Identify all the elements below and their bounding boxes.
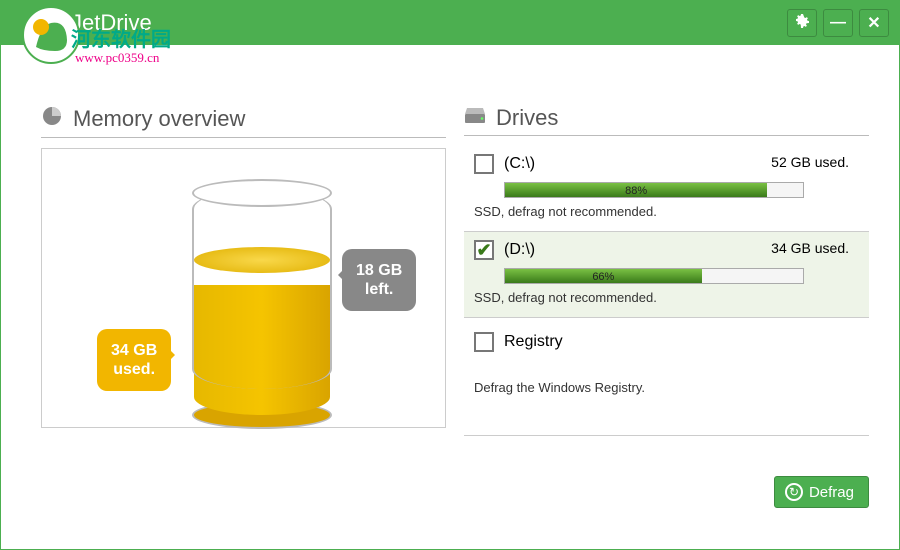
memory-section-title: Memory overview — [73, 106, 245, 132]
drive-row-d[interactable]: ✔ (D:\) 34 GB used. 66% SSD, defrag not … — [464, 232, 869, 318]
drives-section-header: Drives — [464, 105, 869, 136]
registry-checkbox[interactable] — [474, 332, 494, 352]
memory-free-bubble: 18 GB left. — [342, 249, 416, 311]
memory-section-header: Memory overview — [41, 105, 446, 138]
drive-c-note: SSD, defrag not recommended. — [474, 204, 859, 219]
window-buttons: — ✕ — [787, 9, 889, 37]
defrag-button[interactable]: ↻ Defrag — [774, 476, 869, 508]
minimize-button[interactable]: — — [823, 9, 853, 37]
drive-c-used: 52 GB used. — [771, 154, 849, 170]
watermark-url: www.pc0359.cn — [75, 50, 171, 66]
memory-column: Memory overview 34 GB used. 18 GB left. — [41, 105, 446, 436]
drive-d-note: SSD, defrag not recommended. — [474, 290, 859, 305]
title-bar: 河东软件园 www.pc0359.cn JetDrive — ✕ — [1, 1, 899, 45]
memory-used-value: 34 GB — [111, 342, 157, 359]
drive-d-percent: 66% — [592, 269, 614, 285]
drive-d-letter: (D:\) — [504, 241, 535, 259]
watermark-text: 河东软件园 — [71, 29, 171, 51]
pie-icon — [41, 105, 63, 133]
drives-column: Drives (C:\) 52 GB used. 88% SSD, defrag… — [464, 105, 869, 436]
drive-c-percent: 88% — [625, 183, 647, 199]
drives-section-title: Drives — [496, 105, 558, 131]
memory-used-label: used. — [113, 361, 155, 378]
memory-used-bubble: 34 GB used. — [97, 329, 171, 391]
memory-free-value: 18 GB — [356, 262, 402, 279]
registry-note: Defrag the Windows Registry. — [474, 380, 859, 395]
close-icon: ✕ — [867, 13, 880, 33]
registry-row[interactable]: Registry Defrag the Windows Registry. — [464, 318, 869, 436]
drive-d-progressbar: 66% — [504, 268, 804, 284]
memory-panel: 34 GB used. 18 GB left. — [41, 148, 446, 428]
drive-row-c[interactable]: (C:\) 52 GB used. 88% SSD, defrag not re… — [464, 146, 869, 232]
close-button[interactable]: ✕ — [859, 9, 889, 37]
defrag-button-label: Defrag — [809, 484, 854, 501]
minimize-icon: — — [830, 14, 846, 32]
drive-icon — [464, 105, 486, 131]
drive-d-checkbox[interactable]: ✔ — [474, 240, 494, 260]
settings-button[interactable] — [787, 9, 817, 37]
registry-label: Registry — [504, 333, 563, 351]
refresh-icon: ↻ — [785, 483, 803, 501]
watermark: 河东软件园 www.pc0359.cn — [71, 23, 171, 66]
drive-c-progressbar: 88% — [504, 182, 804, 198]
main-content: Memory overview 34 GB used. 18 GB left. — [1, 45, 899, 456]
memory-cylinder — [192, 189, 332, 409]
footer: ↻ Defrag — [1, 456, 899, 518]
drive-c-letter: (C:\) — [504, 155, 535, 173]
drive-d-used: 34 GB used. — [771, 240, 849, 256]
gear-icon — [794, 13, 810, 34]
drive-c-checkbox[interactable] — [474, 154, 494, 174]
memory-free-label: left. — [365, 281, 393, 298]
